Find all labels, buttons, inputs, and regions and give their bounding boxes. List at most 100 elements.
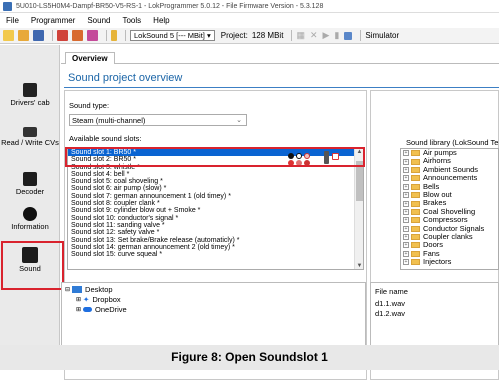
project-size: 128 MBit: [251, 31, 284, 40]
info-icon[interactable]: [111, 30, 117, 41]
tree-item-desktop[interactable]: ⊟ Desktop: [65, 285, 113, 294]
library-folder-label: Injectors: [423, 257, 452, 267]
delete-icon[interactable]: ✕: [310, 30, 318, 41]
expand-icon[interactable]: +: [403, 200, 409, 207]
tree-item-label: Dropbox: [92, 295, 121, 304]
sidebar-item-label: Decoder: [15, 187, 45, 196]
expand-icon[interactable]: ⊞: [76, 306, 81, 313]
menu-programmer[interactable]: Programmer: [25, 16, 81, 25]
simulator-button[interactable]: Simulator: [365, 31, 399, 40]
file-list-panel[interactable]: File name d1.1.wav d1.2.wav: [370, 282, 499, 354]
sound-slot-row[interactable]: Sound slot 12: safety valve *: [68, 229, 363, 236]
scroll-thumb[interactable]: [356, 161, 363, 201]
folder-icon: [411, 217, 420, 224]
library-folder[interactable]: + Announcements: [401, 173, 498, 182]
sidebar-item-decoder[interactable]: Decoder: [0, 172, 60, 196]
file-item[interactable]: d1.2.wav: [375, 309, 405, 318]
library-label: Sound library (LokSound Te: [406, 138, 499, 147]
grid-icon[interactable]: ▦: [296, 30, 305, 41]
simulator-icon[interactable]: [344, 31, 353, 40]
sound-slot-row[interactable]: Sound slot 15: curve squeal *: [68, 251, 363, 258]
toolbar-divider: [106, 30, 107, 41]
sound-slot-row[interactable]: Sound slot 8: coupler clank *: [68, 200, 363, 207]
menu-bar: File Programmer Sound Tools Help: [0, 14, 499, 27]
open-folder-icon[interactable]: [18, 30, 29, 41]
expand-icon[interactable]: +: [403, 192, 409, 199]
sound-slot-row[interactable]: Sound slot 4: bell *: [68, 171, 363, 178]
sidebar-item-information[interactable]: Information: [0, 207, 60, 231]
chevron-down-icon: ⌄: [236, 117, 242, 124]
play-icon[interactable]: ▶: [323, 30, 330, 41]
tree-item-onedrive[interactable]: ⊞ OneDrive: [76, 305, 127, 314]
sound-slot-row[interactable]: Sound slot 11: sanding valve *: [68, 222, 363, 229]
tree-item-label: OneDrive: [95, 305, 127, 314]
expand-icon[interactable]: +: [403, 158, 409, 165]
expand-icon[interactable]: +: [403, 166, 409, 173]
folder-icon: [411, 242, 420, 249]
menu-tools[interactable]: Tools: [116, 16, 147, 25]
tab-overview[interactable]: Overview: [65, 52, 115, 64]
library-folder[interactable]: + Blow out: [401, 190, 498, 199]
scroll-down-icon[interactable]: ▼: [355, 263, 363, 269]
sound-slot-row[interactable]: Sound slot 10: conductor's signal *: [68, 215, 363, 222]
toolbar-divider: [360, 30, 362, 41]
expand-icon[interactable]: ⊟: [65, 286, 70, 293]
expand-icon[interactable]: +: [403, 250, 409, 257]
write-sound-icon[interactable]: [87, 30, 98, 41]
new-file-icon[interactable]: [3, 30, 14, 41]
file-column-header[interactable]: File name: [375, 287, 408, 296]
library-folder[interactable]: + Coupler clanks: [401, 232, 498, 241]
folder-tree-panel[interactable]: ⊟ Desktop ⊞ ✦ Dropbox ⊞ OneDrive: [61, 282, 366, 354]
sound-slot-row[interactable]: Sound slot 6: air pump (slow) *: [68, 185, 363, 192]
expand-icon[interactable]: ⊞: [76, 296, 81, 303]
sound-type-select[interactable]: Steam (multi-channel) ⌄: [69, 114, 247, 126]
expand-icon[interactable]: +: [403, 225, 409, 232]
sound-slot-row[interactable]: Sound slot 9: cylinder blow out + Smoke …: [68, 207, 363, 214]
menu-file[interactable]: File: [0, 16, 25, 25]
stop-icon[interactable]: ▮: [334, 30, 339, 41]
slots-label: Available sound slots:: [69, 134, 142, 143]
read-decoder-icon[interactable]: [57, 30, 68, 41]
slot-list-scrollbar[interactable]: ▲ ▼: [354, 149, 363, 269]
library-folder[interactable]: + Injectors: [401, 257, 498, 267]
expand-icon[interactable]: +: [403, 234, 409, 241]
expand-icon[interactable]: +: [403, 259, 409, 266]
expand-icon[interactable]: +: [403, 217, 409, 224]
sidebar-item-label: Information: [11, 222, 49, 231]
sound-library-tree[interactable]: + Air pumps + Airhorns + Ambient Sounds + Annou…: [400, 148, 499, 270]
desktop-icon: [72, 286, 83, 293]
sound-slot-row[interactable]: Sound slot 14: german announcement 2 (ol…: [68, 244, 363, 251]
expand-icon[interactable]: +: [403, 175, 409, 182]
library-folder[interactable]: + Doors: [401, 240, 498, 249]
sound-slot-row[interactable]: Sound slot 7: german announcement 1 (old…: [68, 193, 363, 200]
menu-sound[interactable]: Sound: [81, 16, 116, 25]
folder-icon: [411, 250, 420, 257]
tree-item-dropbox[interactable]: ⊞ ✦ Dropbox: [76, 295, 121, 304]
title-bar: 5U010-LS5H0M4-Dampf-BR50-V5-RS-1 - LokPr…: [0, 0, 499, 13]
sidebar-item-drivers-cab[interactable]: Drivers' cab: [0, 83, 60, 107]
expand-icon[interactable]: +: [403, 183, 409, 190]
folder-icon: [411, 183, 420, 190]
folder-icon: [411, 192, 420, 199]
expand-icon[interactable]: +: [403, 208, 409, 215]
save-icon[interactable]: [33, 30, 44, 41]
folder-icon: [411, 200, 420, 207]
sidebar-item-cvs[interactable]: Read / Write CVs: [0, 127, 60, 147]
toolbar: LokSound 5 [--- MBit] ▾ Project: 128 MBi…: [0, 28, 499, 44]
expand-icon[interactable]: +: [403, 150, 409, 157]
decoder-type-select[interactable]: LokSound 5 [--- MBit] ▾: [130, 30, 215, 41]
app-icon: [3, 1, 12, 11]
sound-highlight-box: [1, 241, 64, 290]
write-decoder-icon[interactable]: [72, 30, 83, 41]
menu-help[interactable]: Help: [147, 16, 175, 25]
tab-strip: Overview: [61, 52, 499, 64]
sound-slot-row[interactable]: Sound slot 5: coal shoveling *: [68, 178, 363, 185]
decoder-type-value: LokSound 5 [--- MBit]: [134, 31, 205, 40]
figure-caption: Figure 8: Open Soundslot 1: [0, 345, 499, 370]
drivers-cab-icon: [23, 83, 37, 97]
expand-icon[interactable]: +: [403, 242, 409, 249]
sound-slot-row[interactable]: Sound slot 13: Set brake/Brake release (…: [68, 237, 363, 244]
folder-icon: [411, 166, 420, 173]
file-item[interactable]: d1.1.wav: [375, 299, 405, 308]
folder-icon: [411, 158, 420, 165]
